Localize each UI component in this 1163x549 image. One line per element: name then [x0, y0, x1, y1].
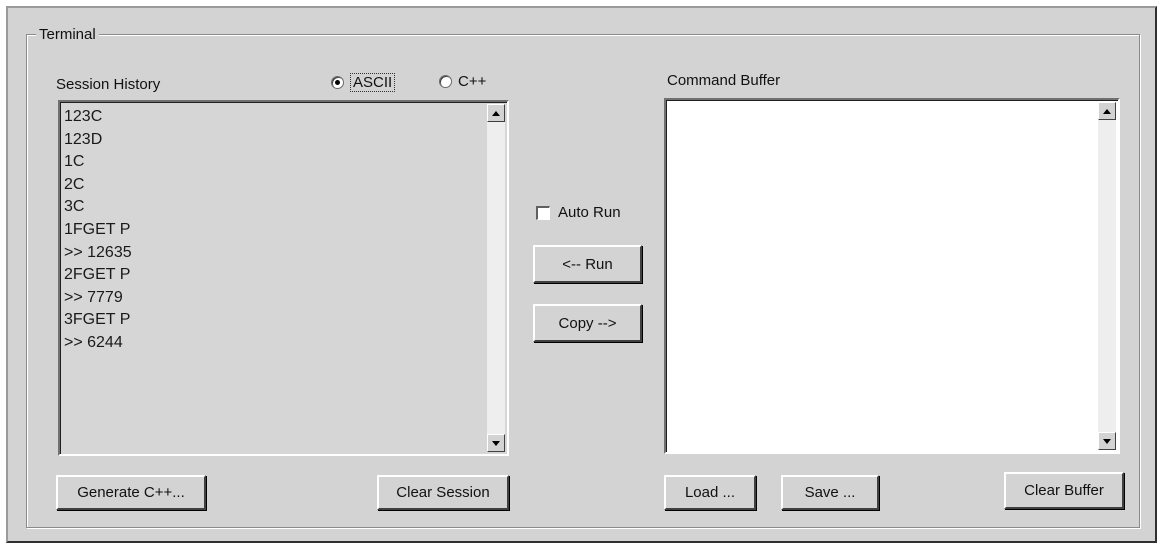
- history-line: 2FGET P: [64, 266, 131, 284]
- history-line: 123D: [64, 130, 103, 148]
- generate-cpp-button[interactable]: Generate C++...: [56, 475, 206, 510]
- clear-buffer-button[interactable]: Clear Buffer: [1004, 472, 1124, 509]
- run-button[interactable]: <-- Run: [533, 245, 642, 283]
- copy-button[interactable]: Copy -->: [533, 304, 642, 342]
- history-line: 123C: [64, 108, 103, 125]
- arrow-up-icon: [1103, 108, 1111, 114]
- command-buffer-scrollbar[interactable]: [1098, 102, 1116, 450]
- terminal-group-title: Terminal: [36, 26, 99, 43]
- buffer-scroll-up-button[interactable]: [1098, 102, 1116, 120]
- command-buffer-content[interactable]: [668, 104, 1096, 450]
- scroll-down-button[interactable]: [487, 434, 505, 452]
- history-line: 2C: [64, 175, 85, 193]
- history-line: >> 7779: [64, 288, 123, 306]
- scroll-up-button[interactable]: [487, 104, 505, 122]
- cpp-radio[interactable]: C++: [439, 73, 486, 90]
- save-button[interactable]: Save ...: [781, 475, 879, 510]
- ascii-radio-label: ASCII: [350, 73, 396, 92]
- session-history-content: 123C 123D 1C 2C 3C 1FGET P >> 12635 2FGET P >> 7…: [62, 106, 485, 452]
- cpp-radio-indicator[interactable]: [439, 75, 452, 88]
- command-buffer-textarea[interactable]: [664, 98, 1120, 454]
- session-history-label: Session History: [56, 76, 161, 93]
- history-line: 1FGET P: [64, 220, 131, 238]
- history-line: 3FGET P: [64, 311, 131, 329]
- ascii-radio-indicator[interactable]: [331, 76, 344, 89]
- auto-run-checkbox-box[interactable]: [536, 205, 550, 220]
- arrow-up-icon: [492, 110, 500, 116]
- load-button[interactable]: Load ...: [664, 475, 756, 510]
- clear-session-button[interactable]: Clear Session: [377, 475, 509, 510]
- ascii-radio[interactable]: ASCII: [331, 73, 396, 92]
- command-buffer-label: Command Buffer: [667, 72, 781, 89]
- session-history-list[interactable]: 123C 123D 1C 2C 3C 1FGET P >> 12635 2FGET P >> 7…: [58, 100, 509, 456]
- history-line: >> 12635: [64, 243, 132, 261]
- buffer-scroll-down-button[interactable]: [1098, 432, 1116, 450]
- history-line: >> 6244: [64, 333, 123, 351]
- cpp-radio-label: C++: [458, 73, 487, 90]
- arrow-down-icon: [492, 440, 500, 446]
- auto-run-checkbox[interactable]: Auto Run: [536, 204, 621, 221]
- history-line: 3C: [64, 198, 85, 216]
- auto-run-label: Auto Run: [558, 204, 621, 221]
- arrow-down-icon: [1103, 438, 1111, 444]
- history-line: 1C: [64, 153, 85, 171]
- session-history-scrollbar[interactable]: [487, 104, 505, 452]
